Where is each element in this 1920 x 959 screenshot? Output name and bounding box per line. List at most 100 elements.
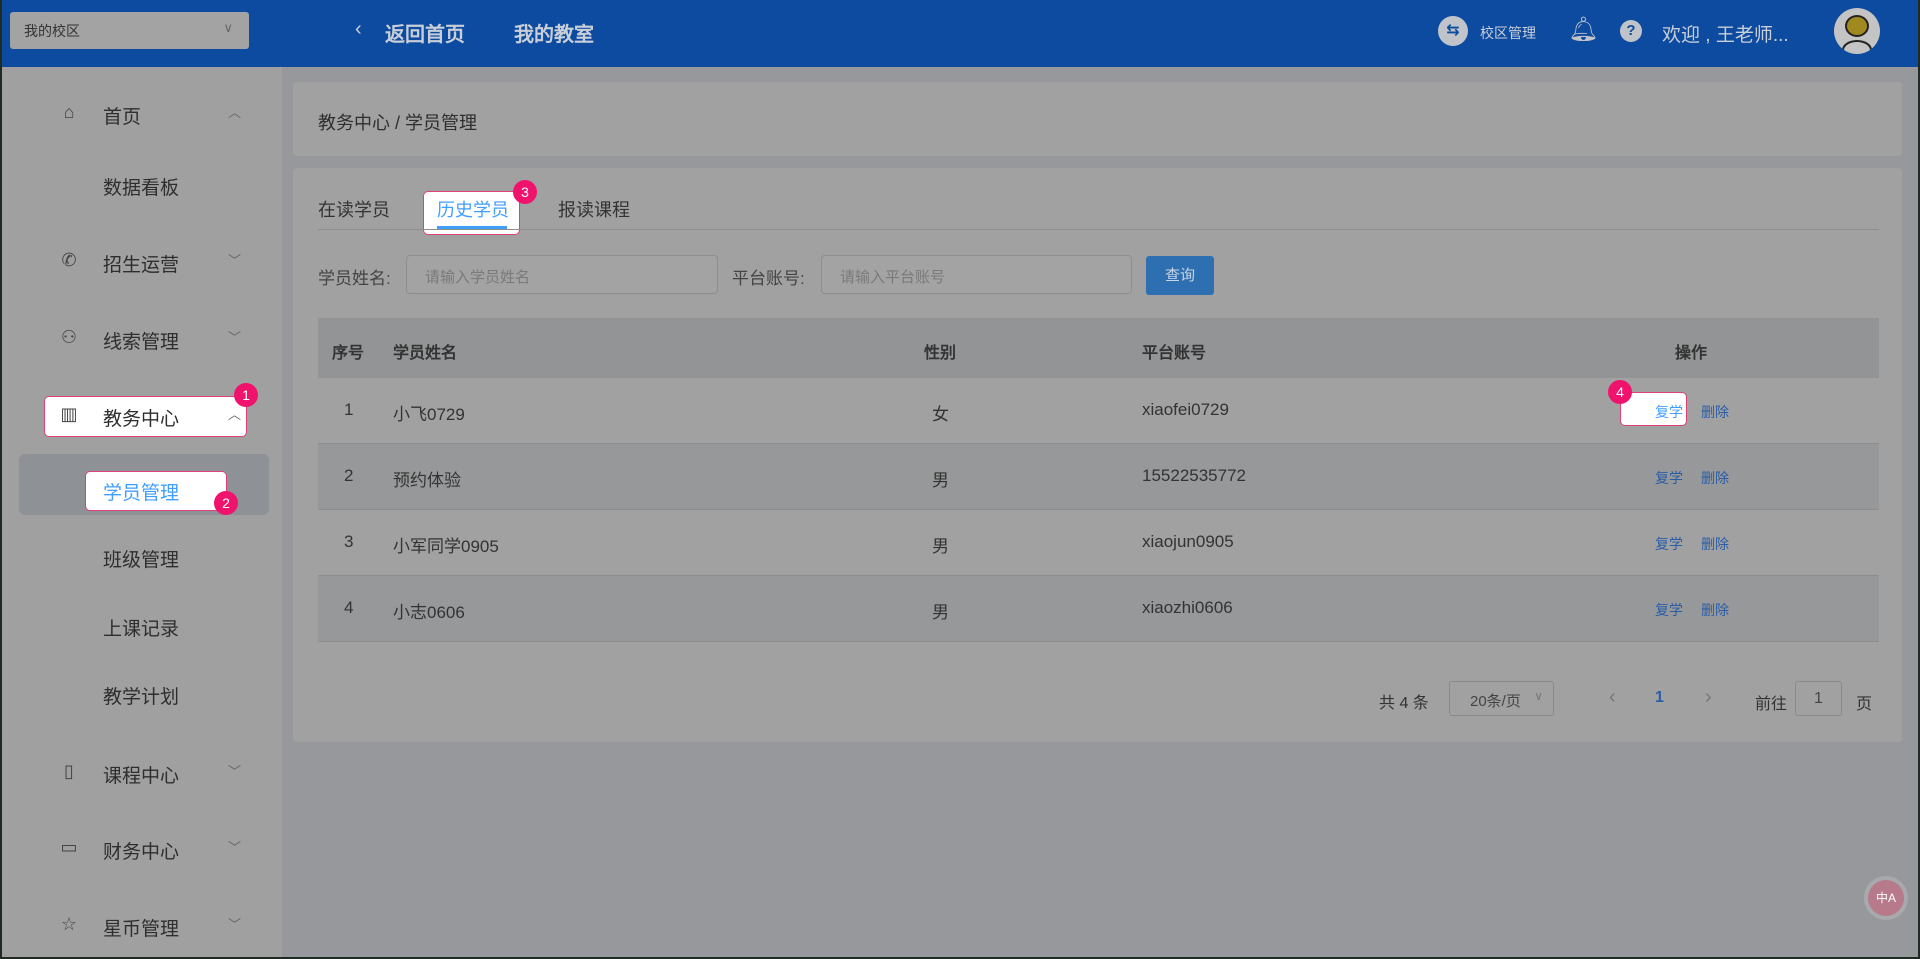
app-window: 我的校区 ∨ ‹ 返回首页 我的教室 ⇆ 校区管理 🔔︎ ? 欢迎 , 王老师..… [2, 0, 1918, 957]
sidebar-item-attendance[interactable]: 上课记录 [2, 606, 282, 646]
cell-index: 4 [344, 598, 354, 617]
delete-button[interactable]: 删除 [1701, 402, 1729, 422]
sidebar-item-label: 班级管理 [103, 550, 180, 571]
sidebar-item-teaching-plan[interactable]: 教学计划 [2, 674, 282, 714]
campus-select-value: 我的校区 [24, 23, 80, 39]
sidebar-item-leads[interactable]: ⚇ 线索管理 ﹀ [2, 319, 282, 359]
step-badge: 2 [214, 491, 238, 515]
sidebar: ⌂ 首页 ︿ 数据看板 ✆ 招生运营 ﹀ ⚇ 线索管理 ﹀ ▥ 教务中心 ︿ 学员管理 班级管理… [2, 67, 282, 957]
sidebar-item-label: 线索管理 [103, 332, 180, 353]
delete-button[interactable]: 删除 [1701, 534, 1729, 554]
page-size-select[interactable]: 20条/页 ∨ [1449, 681, 1554, 716]
students-table: 序号 学员姓名 性别 平台账号 操作 1 小飞0729 女 xiaofei072… [318, 318, 1879, 642]
chevron-down-icon: ﹀ [228, 840, 242, 855]
table-row: 4 小志0606 男 xiaozhi0606 复学 删除 [318, 576, 1879, 642]
card-icon: ▭ [60, 837, 78, 857]
delete-button[interactable]: 删除 [1701, 468, 1729, 488]
page-size-value: 20条/页 [1470, 693, 1521, 710]
user-icon: ⚇ [60, 327, 78, 347]
column-header: 序号 [332, 345, 365, 362]
table-row: 3 小军同学0905 男 xiaojun0905 复学 删除 [318, 510, 1879, 576]
table-header: 序号 学员姓名 性别 平台账号 操作 [318, 318, 1879, 378]
cell-account: xiaozhi0606 [1142, 598, 1233, 617]
campus-select[interactable]: 我的校区 ∨ [10, 12, 249, 49]
building-icon: ▥ [60, 404, 78, 424]
account-label: 平台账号: [732, 269, 805, 288]
name-label: 学员姓名: [318, 269, 391, 288]
page-number-current[interactable]: 1 [1655, 689, 1664, 707]
chevron-down-icon: ∨ [223, 20, 233, 35]
cell-name: 小军同学0905 [393, 537, 499, 556]
page-suffix: 页 [1856, 696, 1873, 713]
step-badge: 4 [1608, 380, 1632, 404]
step-badge: 1 [234, 383, 258, 407]
chevron-up-icon: ︿ [228, 407, 242, 422]
cell-gender: 男 [932, 537, 949, 556]
next-page-icon[interactable]: › [1705, 686, 1712, 709]
breadcrumb: 教务中心 / 学员管理 [318, 113, 478, 133]
query-button[interactable]: 查询 [1146, 256, 1214, 295]
table-row: 1 小飞0729 女 xiaofei0729 复学 删除 4 [318, 378, 1879, 444]
resume-button[interactable]: 复学 [1655, 534, 1683, 554]
cell-gender: 女 [932, 405, 949, 424]
campus-manage-link[interactable]: 校区管理 [1480, 23, 1536, 43]
sidebar-item-dashboard[interactable]: 数据看板 [2, 165, 282, 205]
back-home-link[interactable]: 返回首页 [385, 18, 465, 47]
sidebar-item-home[interactable]: ⌂ 首页 ︿ [2, 94, 282, 134]
chevron-up-icon: ︿ [228, 105, 242, 120]
cell-account: xiaojun0905 [1142, 532, 1234, 551]
cell-index: 1 [344, 400, 354, 419]
sidebar-item-label: 首页 [103, 107, 142, 128]
help-icon[interactable]: ? [1620, 20, 1642, 42]
sidebar-item-label: 上课记录 [103, 619, 180, 640]
sidebar-item-label: 学员管理 [103, 483, 180, 504]
pagination-total: 共 4 条 [1379, 695, 1429, 712]
resume-button[interactable]: 复学 [1655, 600, 1683, 620]
tabs-divider [318, 229, 1879, 230]
chevron-down-icon: ﹀ [228, 253, 242, 268]
switch-icon[interactable]: ⇆ [1438, 16, 1468, 46]
sidebar-item-label: 财务中心 [103, 842, 180, 863]
sidebar-item-label: 星币管理 [103, 919, 180, 940]
sidebar-item-finance[interactable]: ▭ 财务中心 ﹀ [2, 829, 282, 869]
table-row: 2 预约体验 男 15522535772 复学 删除 [318, 444, 1879, 510]
breadcrumb-card: 教务中心 / 学员管理 [293, 82, 1902, 156]
tab-enrolled-courses[interactable]: 报读课程 [558, 196, 630, 222]
notebook-icon: ▯ [64, 761, 74, 781]
prev-page-icon[interactable]: ‹ [1609, 686, 1616, 709]
chevron-down-icon: ∨ [1534, 689, 1543, 703]
chevron-down-icon: ﹀ [228, 330, 242, 345]
cell-account: 15522535772 [1142, 466, 1247, 485]
name-input[interactable]: 请输入学员姓名 [406, 255, 718, 294]
content-card: 在读学员 历史学员 报读课程 3 学员姓名: 请输入学员姓名 平台账号: 请输入… [293, 168, 1902, 742]
avatar[interactable] [1834, 8, 1880, 54]
translate-icon[interactable]: 中A [1868, 880, 1904, 916]
sidebar-item-enrollment[interactable]: ✆ 招生运营 ﹀ [2, 242, 282, 282]
sidebar-item-students[interactable]: 学员管理 [2, 470, 282, 510]
goto-page-input[interactable]: 1 [1795, 681, 1842, 716]
sidebar-item-classes[interactable]: 班级管理 [2, 537, 282, 577]
back-chevron-icon[interactable]: ‹ [355, 18, 362, 41]
tab-history-students[interactable]: 历史学员 [437, 196, 509, 222]
star-icon: ☆ [60, 914, 78, 934]
cell-gender: 男 [932, 471, 949, 490]
welcome-text[interactable]: 欢迎 , 王老师... [1662, 20, 1789, 47]
sidebar-item-courses[interactable]: ▯ 课程中心 ﹀ [2, 753, 282, 793]
tab-current-students[interactable]: 在读学员 [318, 196, 390, 222]
sidebar-item-label: 课程中心 [103, 766, 180, 787]
goto-label: 前往 [1755, 696, 1788, 713]
top-header: 我的校区 ∨ ‹ 返回首页 我的教室 ⇆ 校区管理 🔔︎ ? 欢迎 , 王老师..… [2, 0, 1918, 67]
sidebar-item-coins[interactable]: ☆ 星币管理 ﹀ [2, 906, 282, 946]
bell-icon[interactable]: 🔔︎ [1568, 15, 1598, 44]
account-input[interactable]: 请输入平台账号 [821, 255, 1132, 294]
cell-account: xiaofei0729 [1142, 400, 1229, 419]
column-header: 性别 [924, 345, 957, 362]
sidebar-item-label: 教务中心 [103, 409, 180, 430]
cell-name: 小飞0729 [393, 405, 465, 424]
delete-button[interactable]: 删除 [1701, 600, 1729, 620]
phone-icon: ✆ [61, 250, 77, 270]
resume-button[interactable]: 复学 [1655, 402, 1683, 422]
resume-button[interactable]: 复学 [1655, 468, 1683, 488]
my-classroom-link[interactable]: 我的教室 [514, 18, 594, 47]
chevron-down-icon: ﹀ [228, 917, 242, 932]
